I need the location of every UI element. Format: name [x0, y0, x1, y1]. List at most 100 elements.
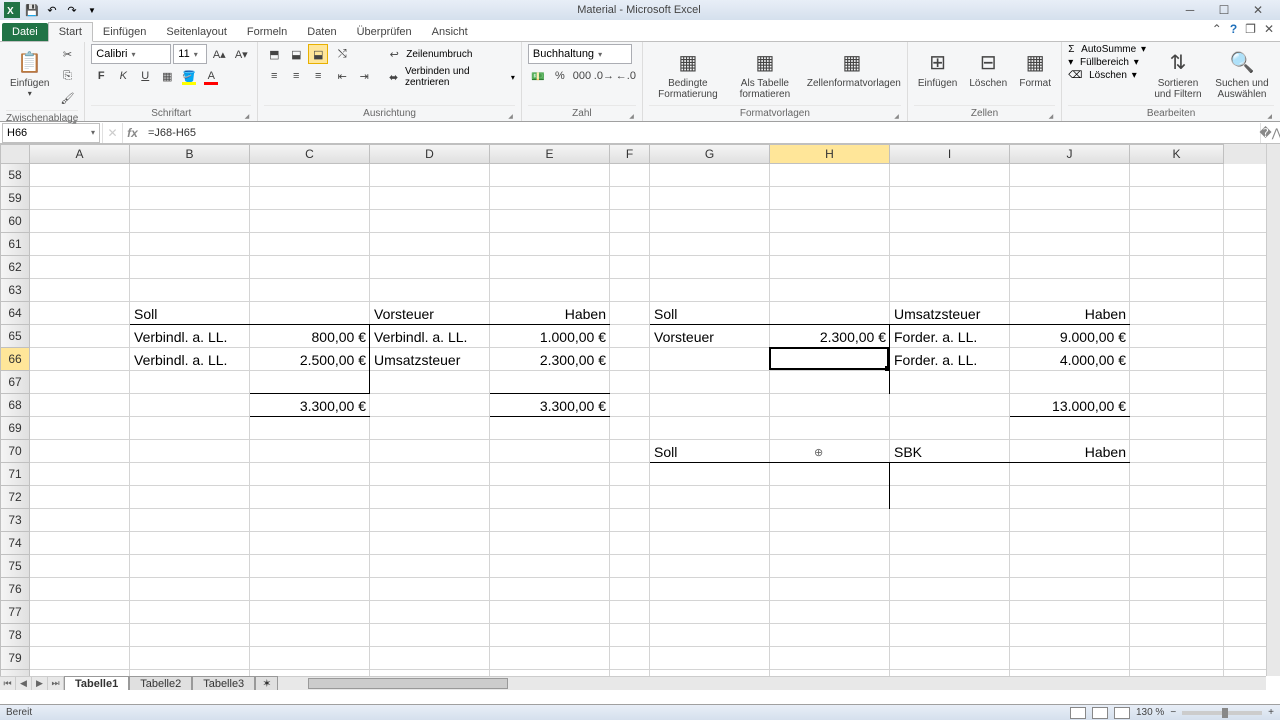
decrease-indent-icon[interactable]: ⇤ [332, 66, 352, 86]
sheet-prev-icon[interactable]: ◀ [16, 677, 32, 690]
cell-G64[interactable]: Soll [650, 302, 770, 325]
zoom-in-icon[interactable]: + [1268, 707, 1274, 718]
fill-color-button[interactable]: 🪣 [179, 66, 199, 86]
tab-view[interactable]: Ansicht [422, 23, 478, 41]
cell-D64[interactable]: Vorsteuer [370, 302, 490, 325]
cell-H66[interactable]: 10.700,00 € [770, 348, 890, 371]
percent-format-icon[interactable]: % [550, 66, 570, 86]
font-name-combo[interactable]: Calibri▾ [91, 44, 171, 64]
formula-input[interactable]: =J68-H65 [142, 127, 1260, 139]
row-header-73[interactable]: 73 [0, 509, 30, 532]
copy-icon[interactable]: ⎘ [57, 66, 77, 86]
row-header-76[interactable]: 76 [0, 578, 30, 601]
fill-button[interactable]: ▾ Füllbereich ▾ [1068, 57, 1146, 68]
font-color-button[interactable]: A [201, 66, 221, 86]
cell-E68[interactable]: 3.300,00 € [490, 394, 610, 417]
cancel-formula-icon[interactable]: ✕ [102, 123, 122, 143]
close-workbook-icon[interactable]: ✕ [1264, 22, 1274, 36]
col-header-A[interactable]: A [30, 144, 130, 164]
cell-C65[interactable]: 800,00 € [250, 325, 370, 348]
cell-J66[interactable]: 4.000,00 € [1010, 348, 1130, 371]
col-header-K[interactable]: K [1130, 144, 1224, 164]
underline-button[interactable]: U [135, 66, 155, 86]
col-header-C[interactable]: C [250, 144, 370, 164]
new-sheet-icon[interactable]: ✶ [255, 676, 278, 690]
insert-cells-button[interactable]: ⊞Einfügen [914, 44, 961, 91]
wrap-text-label[interactable]: Zeilenumbruch [406, 49, 472, 60]
col-header-F[interactable]: F [610, 144, 650, 164]
cell-G70[interactable]: Soll [650, 440, 770, 463]
row-header-75[interactable]: 75 [0, 555, 30, 578]
format-painter-icon[interactable]: 🖌 [57, 88, 77, 108]
increase-indent-icon[interactable]: ⇥ [354, 66, 374, 86]
zoom-level[interactable]: 130 % [1136, 707, 1164, 718]
row-header-62[interactable]: 62 [0, 256, 30, 279]
format-as-table-button[interactable]: ▦Als Tabelle formatieren [731, 44, 799, 102]
tab-insert[interactable]: Einfügen [93, 23, 156, 41]
sheet-tab-2[interactable]: Tabelle2 [129, 676, 192, 690]
col-header-J[interactable]: J [1010, 144, 1130, 164]
pagebreak-view-icon[interactable] [1114, 707, 1130, 719]
decrease-decimal-icon[interactable]: ←.0 [616, 66, 636, 86]
cell-I66[interactable]: Forder. a. LL. [890, 348, 1010, 371]
sheet-next-icon[interactable]: ▶ [32, 677, 48, 690]
font-size-combo[interactable]: 11▾ [173, 44, 207, 64]
delete-cells-button[interactable]: ⊟Löschen [965, 44, 1011, 91]
tab-file[interactable]: Datei [2, 23, 48, 41]
cell-D65[interactable]: Verbindl. a. LL. [370, 325, 490, 348]
sheet-tab-1[interactable]: Tabelle1 [64, 676, 129, 690]
align-top-icon[interactable]: ⬒ [264, 44, 284, 64]
cell-C68[interactable]: 3.300,00 € [250, 394, 370, 417]
cell-E66[interactable]: 2.300,00 € [490, 348, 610, 371]
align-middle-icon[interactable]: ⬓ [286, 44, 306, 64]
zoom-out-icon[interactable]: − [1170, 707, 1176, 718]
col-header-I[interactable]: I [890, 144, 1010, 164]
cell-J68[interactable]: 13.000,00 € [1010, 394, 1130, 417]
row-header-58[interactable]: 58 [0, 164, 30, 187]
cell-G65[interactable]: Vorsteuer [650, 325, 770, 348]
col-header-H[interactable]: H [770, 144, 890, 164]
cell-styles-button[interactable]: ▦Zellenformatvorlagen [803, 44, 901, 91]
save-icon[interactable]: 💾 [24, 2, 40, 18]
cell-B66[interactable]: Verbindl. a. LL. [130, 348, 250, 371]
row-header-63[interactable]: 63 [0, 279, 30, 302]
cell-I65[interactable]: Forder. a. LL. [890, 325, 1010, 348]
cell-I64[interactable]: Umsatzsteuer [890, 302, 1010, 325]
cell-J70[interactable]: Haben [1010, 440, 1130, 463]
col-header-D[interactable]: D [370, 144, 490, 164]
align-right-icon[interactable]: ≡ [308, 66, 328, 86]
row-header-70[interactable]: 70 [0, 440, 30, 463]
row-header-72[interactable]: 72 [0, 486, 30, 509]
cell-H65[interactable]: 2.300,00 € [770, 325, 890, 348]
row-header-74[interactable]: 74 [0, 532, 30, 555]
qat-dropdown-icon[interactable]: ▼ [84, 2, 100, 18]
minimize-ribbon-icon[interactable]: ⌃ [1212, 22, 1222, 36]
col-header-E[interactable]: E [490, 144, 610, 164]
merge-icon[interactable]: ⬌ [384, 67, 403, 87]
italic-button[interactable]: K [113, 66, 133, 86]
shrink-font-icon[interactable]: A▾ [231, 44, 251, 64]
row-header-78[interactable]: 78 [0, 624, 30, 647]
border-button[interactable]: ▦ [157, 66, 177, 86]
find-select-button[interactable]: 🔍Suchen und Auswählen [1210, 44, 1274, 102]
align-bottom-icon[interactable]: ⬓ [308, 44, 328, 64]
clear-button[interactable]: ⌫ Löschen ▾ [1068, 70, 1146, 81]
cell-I70[interactable]: SBK [890, 440, 1010, 463]
normal-view-icon[interactable] [1070, 707, 1086, 719]
row-header-67[interactable]: 67 [0, 371, 30, 394]
cell-J64[interactable]: Haben [1010, 302, 1130, 325]
grow-font-icon[interactable]: A▴ [209, 44, 229, 64]
sheet-last-icon[interactable]: ⏭ [48, 677, 64, 690]
select-all-button[interactable] [0, 144, 30, 164]
bold-button[interactable]: F [91, 66, 111, 86]
cells-area[interactable]: SollVorsteuerHabenVerbindl. a. LL.800,00… [30, 164, 1266, 676]
fx-icon[interactable]: fx [122, 123, 142, 143]
align-left-icon[interactable]: ≡ [264, 66, 284, 86]
tab-data[interactable]: Daten [297, 23, 346, 41]
maximize-button[interactable]: ☐ [1212, 3, 1236, 17]
conditional-format-button[interactable]: ▦Bedingte Formatierung [649, 44, 727, 102]
merge-label[interactable]: Verbinden und zentrieren [405, 66, 509, 88]
help-icon[interactable]: ? [1230, 22, 1237, 36]
autosum-button[interactable]: Σ AutoSumme ▾ [1068, 44, 1146, 55]
cell-B64[interactable]: Soll [130, 302, 250, 325]
